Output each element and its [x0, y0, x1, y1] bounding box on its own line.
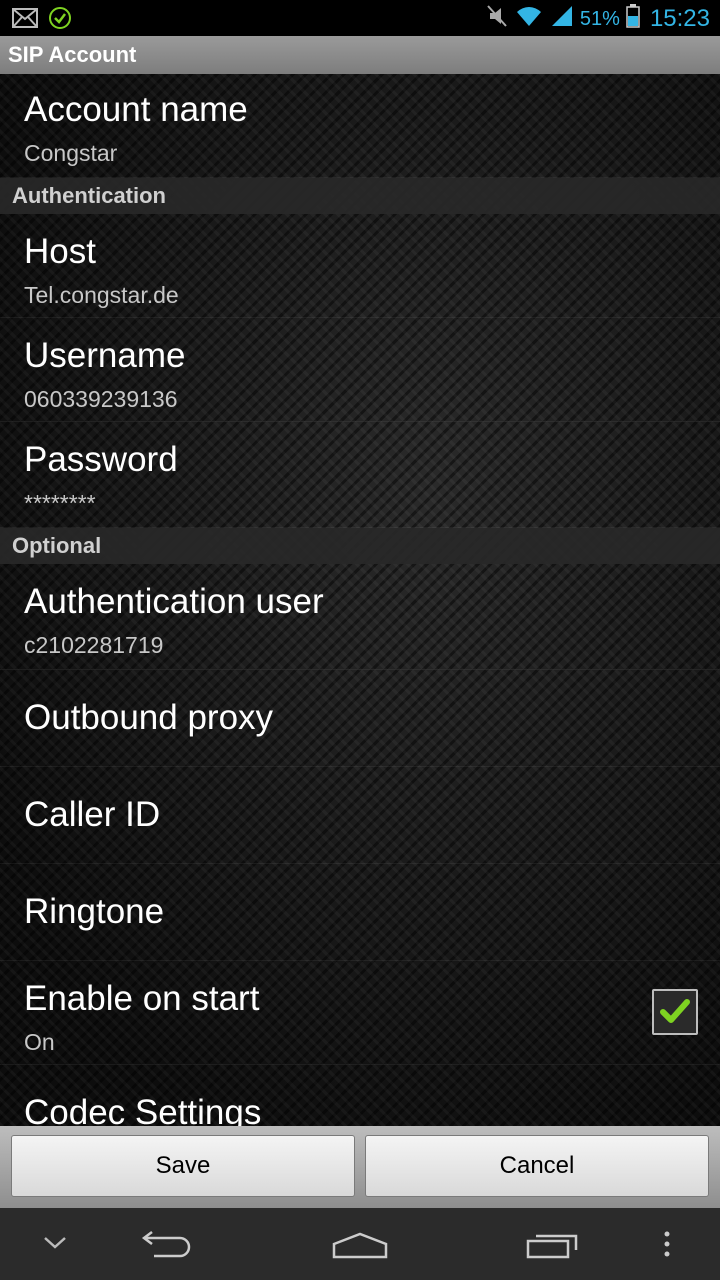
pref-summary: ******** [24, 490, 96, 516]
overflow-menu-icon[interactable] [662, 1230, 672, 1265]
wifi-icon [514, 4, 544, 34]
battery-icon [626, 4, 640, 34]
pref-title: Outbound proxy [24, 698, 274, 737]
category-authentication: Authentication [0, 178, 720, 214]
pref-enable-on-start[interactable]: Enable on start On [0, 961, 720, 1065]
pref-summary: On [24, 1029, 55, 1055]
checkmark-icon [660, 999, 690, 1023]
enable-on-start-checkbox[interactable] [652, 989, 698, 1035]
page-title: SIP Account [8, 42, 137, 67]
pref-summary: Congstar [24, 140, 118, 166]
pref-summary: Tel.congstar.de [24, 282, 179, 308]
recent-apps-icon[interactable] [526, 1230, 582, 1265]
pref-host[interactable]: Host Tel.congstar.de [0, 214, 720, 318]
pref-caller-id[interactable]: Caller ID [0, 767, 720, 864]
save-button[interactable]: Save [11, 1135, 355, 1197]
pref-title: Caller ID [24, 795, 161, 834]
mail-icon [12, 8, 38, 33]
button-bar: Save Cancel [0, 1126, 720, 1208]
pref-account-name[interactable]: Account name Congstar [0, 74, 720, 178]
pref-username[interactable]: Username 060339239136 [0, 318, 720, 422]
keyboard-hide-icon[interactable] [42, 1234, 68, 1257]
battery-percent: 51% [579, 7, 620, 30]
clock: 15:23 [649, 5, 710, 32]
signal-icon [550, 4, 574, 34]
back-icon[interactable] [140, 1228, 196, 1265]
pref-codec-settings[interactable]: Codec Settings [0, 1065, 720, 1126]
pref-title: Username [24, 336, 186, 375]
pref-title: Ringtone [24, 892, 165, 931]
status-bar: 51% 15:23 [0, 0, 720, 36]
pref-summary: 060339239136 [24, 386, 178, 412]
pref-authentication-user[interactable]: Authentication user c2102281719 [0, 564, 720, 670]
system-icons: 51% 15:23 [486, 4, 710, 34]
pref-title: Enable on start [24, 979, 260, 1018]
category-label: Optional [12, 533, 102, 558]
pref-ringtone[interactable]: Ringtone [0, 864, 720, 961]
pref-title: Codec Settings [24, 1093, 262, 1126]
pref-password[interactable]: Password ******** [0, 422, 720, 528]
check-circle-icon [48, 6, 72, 35]
category-optional: Optional [0, 528, 720, 564]
home-icon[interactable] [330, 1230, 390, 1265]
pref-title: Password [24, 440, 178, 479]
navigation-bar [0, 1208, 720, 1280]
cancel-button[interactable]: Cancel [365, 1135, 709, 1197]
pref-outbound-proxy[interactable]: Outbound proxy [0, 670, 720, 767]
preference-list[interactable]: Account name Congstar Authentication Hos… [0, 74, 720, 1126]
pref-title: Authentication user [24, 582, 324, 621]
pref-summary: c2102281719 [24, 632, 164, 658]
category-label: Authentication [12, 183, 166, 208]
title-bar: SIP Account [0, 36, 720, 74]
notification-icons [12, 6, 72, 35]
mute-icon [486, 4, 508, 34]
pref-title: Account name [24, 90, 248, 129]
pref-title: Host [24, 232, 96, 271]
